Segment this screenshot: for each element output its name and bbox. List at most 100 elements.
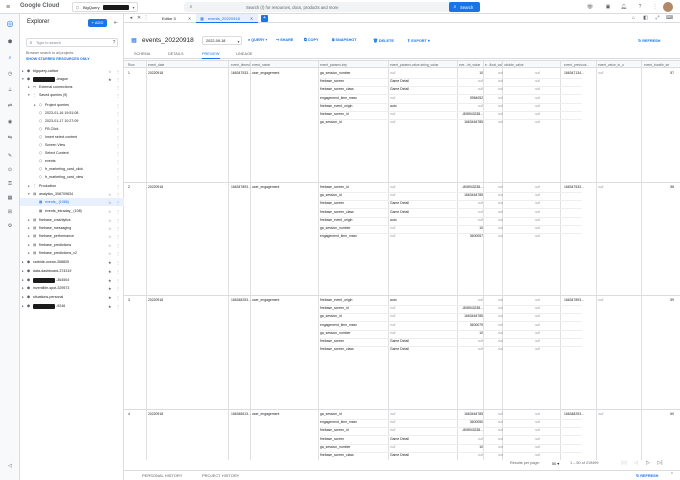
star-filled-icon[interactable]: ★ — [108, 295, 112, 300]
more-icon[interactable]: ⋮ — [116, 85, 120, 90]
google-cloud-logo[interactable]: Google Cloud — [20, 3, 59, 9]
tree-item[interactable]: ▾ ⬢ -league ★ ⋮ — [20, 75, 124, 83]
transfer-icon[interactable]: ⇆ — [6, 134, 14, 142]
star-filled-icon[interactable]: ★ — [108, 269, 112, 274]
more-icon[interactable]: ⋮ — [116, 69, 120, 74]
tree-item[interactable]: ⬡ Select Content ⋮ — [20, 149, 124, 157]
export-button[interactable]: ⇪ EXPORT ▾ — [407, 38, 430, 43]
history-icon[interactable]: ◷ — [6, 70, 14, 78]
tree-item[interactable]: ▸ ⬢ bigquery-cattice ☆ ⋮ — [20, 67, 124, 75]
bell-icon[interactable]: 🔔︎ — [620, 3, 628, 11]
caret-down-icon[interactable]: ▾ — [22, 77, 24, 81]
share-button[interactable]: ⤳ SHARE — [276, 38, 293, 42]
add-button[interactable]: + ADD — [88, 19, 107, 27]
tree-item[interactable]: ⬡ FB Click ⋮ — [20, 125, 124, 133]
settings-icon[interactable]: ⚙ — [6, 222, 14, 230]
pin-icon[interactable]: ⬢ — [6, 38, 14, 46]
tree-item[interactable]: ⬡ Screen View ⋮ — [20, 141, 124, 149]
terminal-icon[interactable]: ▣ — [604, 3, 612, 11]
more-icon[interactable]: ⋮ — [116, 192, 120, 197]
caret-right-icon[interactable]: ▸ — [28, 243, 30, 247]
close-icon[interactable]: ✕ — [136, 15, 142, 22]
split-icon[interactable]: ◧ — [642, 15, 649, 22]
prev-page-icon[interactable]: ◁ — [633, 460, 639, 466]
tab-project-history[interactable]: PROJECT HISTORY — [202, 473, 239, 478]
caret-down-icon[interactable]: ▾ — [28, 93, 30, 97]
column-header[interactable]: event_previous... — [564, 63, 596, 67]
more-icon[interactable]: ⋮ — [651, 3, 659, 11]
tree-item[interactable]: ▦ events_ (1066) ☆ ⋮ — [20, 198, 124, 206]
tree-item[interactable]: ▸ ⬢ -364504 ★ ⋮ — [20, 276, 124, 284]
star-filled-icon[interactable]: ★ — [108, 304, 112, 309]
close-icon[interactable]: ✕ — [187, 16, 192, 21]
tree-item[interactable]: ▦ events_intraday_ (108) ☆ ⋮ — [20, 207, 124, 215]
star-outline-icon[interactable]: ☆ — [108, 69, 112, 74]
help-icon[interactable]: ? — [636, 3, 644, 11]
table-icon[interactable]: ⚿ — [6, 180, 14, 188]
more-icon[interactable]: ⋮ — [116, 151, 120, 156]
caret-right-icon[interactable]: ▸ — [22, 260, 24, 264]
tree-item[interactable]: ⬡ events ⋮ — [20, 157, 124, 165]
wrench-icon[interactable]: ✎ — [6, 152, 14, 160]
more-icon[interactable]: ⋮ — [116, 286, 120, 291]
more-icon[interactable]: ⋮ — [116, 304, 120, 309]
snapshot-button[interactable]: ⧈ SNAPSHOT — [332, 38, 357, 42]
column-header[interactable]: event_value_in_u — [598, 63, 642, 67]
subtab-details[interactable]: DETAILS — [168, 52, 184, 56]
close-icon[interactable]: ✕ — [249, 16, 254, 21]
copy-button[interactable]: ⧉ COPY — [304, 38, 319, 42]
tree-item[interactable]: ▸ ⚯ External connections ⋮ — [20, 83, 124, 91]
more-icon[interactable]: ⋮ — [116, 234, 120, 239]
tree-item[interactable]: ▸ ▤ firebase_crashlytics ☆ ⋮ — [20, 216, 124, 224]
more-icon[interactable]: ⋮ — [143, 15, 149, 22]
more-icon[interactable]: ⋮ — [116, 77, 120, 82]
more-icon[interactable]: ⋮ — [116, 226, 120, 231]
caret-right-icon[interactable]: ▸ — [28, 85, 30, 89]
column-header[interactable]: event_params.key — [320, 63, 388, 67]
tree-item[interactable]: ▸ ▤ firebase_predictions ☆ ⋮ — [20, 241, 124, 249]
avatar[interactable] — [663, 2, 673, 12]
delete-button[interactable]: 🗑︎ DELETE — [373, 38, 394, 43]
caret-right-icon[interactable]: ▸ — [28, 234, 30, 238]
tree-item[interactable]: ▸ ▤ firebase_performance ☆ ⋮ — [20, 232, 124, 240]
next-page-icon[interactable]: ▷ — [645, 460, 651, 466]
more-icon[interactable]: ⋮ — [116, 295, 120, 300]
more-icon[interactable]: ⋮ — [116, 209, 120, 214]
more-icon[interactable]: ⋮ — [116, 251, 120, 256]
tree-item[interactable]: ▸ ▤ firebase_messaging ☆ ⋮ — [20, 224, 124, 232]
more-icon[interactable]: ⋮ — [116, 218, 120, 223]
tree-item[interactable]: ▾ ⋮ Saved queries (9) ⋮ — [20, 91, 124, 99]
more-icon[interactable]: ⋮ — [116, 200, 120, 205]
column-header[interactable]: event_date — [148, 63, 188, 67]
menu-icon[interactable]: ≡ — [4, 3, 12, 11]
more-icon[interactable]: ⋮ — [116, 269, 120, 274]
tree-item[interactable]: ▸ ⬢ data-dashboard-374319 ★ ⋮ — [20, 267, 124, 275]
more-icon[interactable]: ⋮ — [116, 175, 120, 180]
caret-down-icon[interactable]: ▾ — [28, 192, 30, 196]
tab-events-20220918[interactable]: ▦ events_20220918 ✕ — [196, 14, 258, 23]
keyboard-icon[interactable]: ⌨ — [666, 15, 673, 22]
search-icon[interactable]: ⌕ — [6, 54, 14, 62]
column-header[interactable]: ububle_value — [504, 63, 534, 67]
column-header[interactable]: event_params.value.string_value — [390, 63, 456, 67]
caret-right-icon[interactable]: ▸ — [22, 69, 24, 73]
tab-editor-3[interactable]: Editor 3 ✕ — [158, 14, 194, 23]
more-icon[interactable]: ⋮ — [116, 111, 120, 116]
refresh-button[interactable]: ↻ REFRESH — [638, 38, 660, 43]
subtab-schema[interactable]: SCHEMA — [134, 52, 150, 56]
tree-item[interactable]: ⬡ fr_marketing_card_click ⋮ — [20, 165, 124, 173]
tree-item[interactable]: ▸ ⋮ Production ⋮ — [20, 182, 124, 190]
tab-personal-history[interactable]: PERSONAL HISTORY — [142, 473, 182, 478]
caret-right-icon[interactable]: ▸ — [22, 295, 24, 299]
caret-right-icon[interactable]: ▸ — [22, 269, 24, 273]
more-icon[interactable]: ⋮ — [116, 103, 120, 108]
caret-right-icon[interactable]: ▸ — [34, 103, 36, 107]
star-outline-icon[interactable]: ☆ — [108, 234, 112, 239]
search-button[interactable]: ⌕ Search — [449, 2, 480, 12]
star-outline-icon[interactable]: ☆ — [108, 243, 112, 248]
star-outline-icon[interactable]: ☆ — [108, 209, 112, 214]
star-filled-icon[interactable]: ★ — [108, 260, 112, 265]
global-search[interactable]: ⌕ Search (/) for resources, docs, produc… — [184, 2, 480, 12]
fullscreen-icon[interactable]: ⤢ — [654, 15, 661, 22]
tree-item[interactable]: ▸ ⬡ Project queries ⋮ — [20, 101, 124, 109]
